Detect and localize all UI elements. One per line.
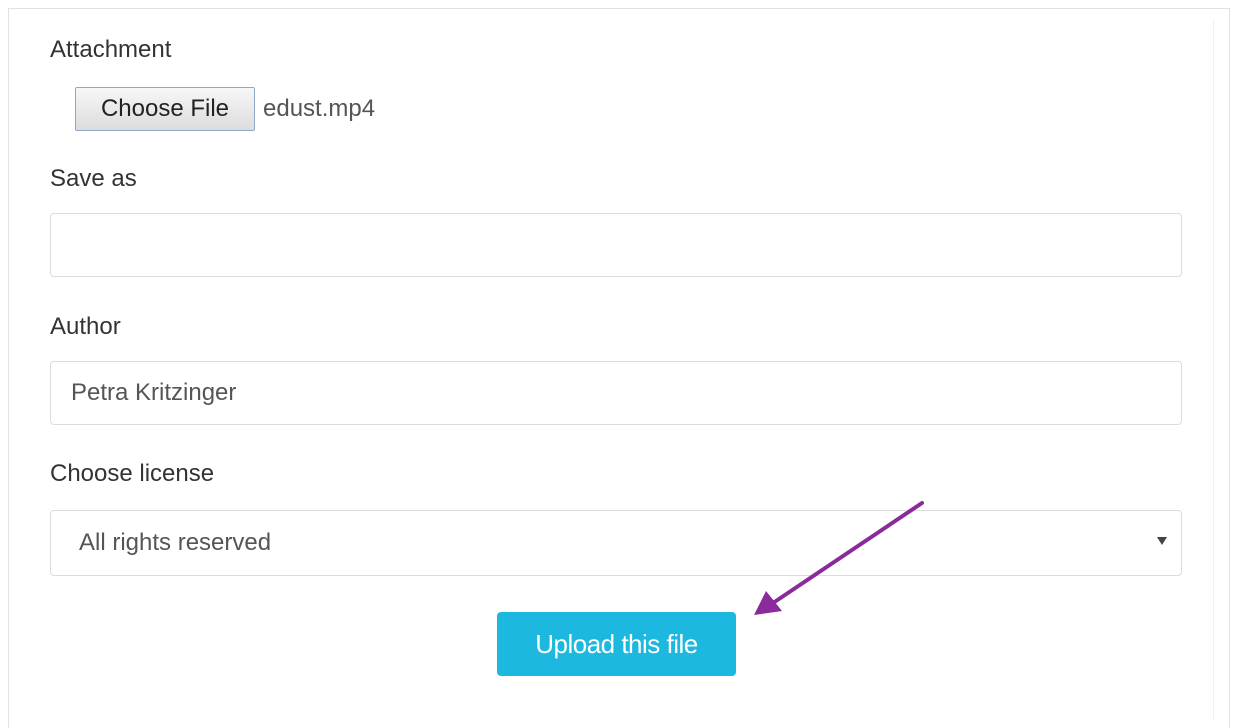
license-selected-value: All rights reserved [79, 529, 272, 556]
choose-file-button[interactable]: Choose File [75, 87, 255, 131]
license-label: Choose license [50, 460, 215, 487]
author-input[interactable] [50, 361, 1182, 425]
file-input: Choose File edust.mp4 [75, 86, 375, 132]
license-select[interactable]: All rights reserved [50, 510, 1182, 576]
attachment-label: Attachment [50, 36, 172, 63]
save-as-input[interactable] [50, 213, 1182, 277]
caret-down-icon [1157, 537, 1167, 545]
upload-file-button[interactable]: Upload this file [497, 612, 736, 676]
save-as-label: Save as [50, 165, 137, 192]
annotation-arrow-icon [754, 501, 924, 615]
selected-file-name: edust.mp4 [263, 95, 376, 122]
author-label: Author [50, 313, 121, 340]
